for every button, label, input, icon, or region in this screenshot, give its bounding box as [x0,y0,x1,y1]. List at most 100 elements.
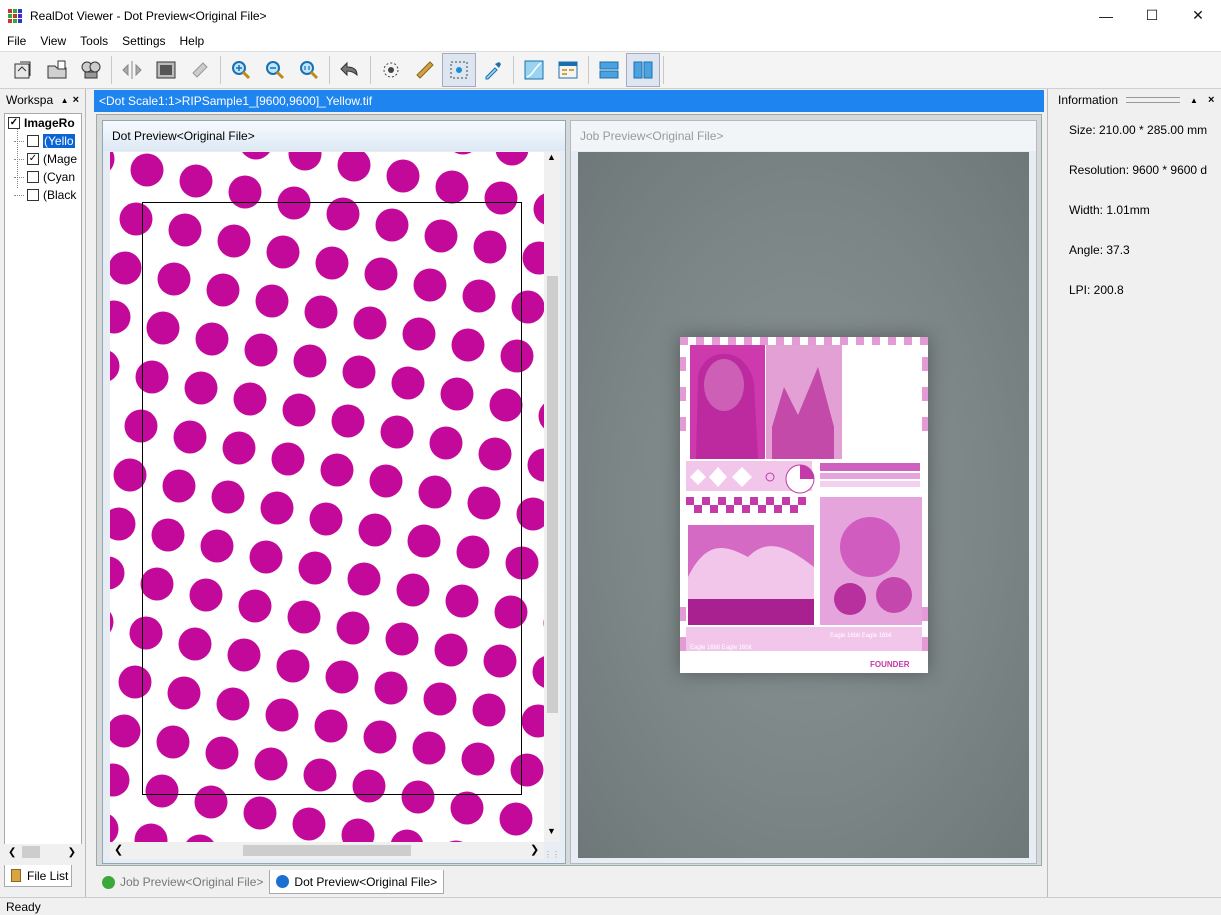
halftone-dot [326,197,360,231]
menu-tools[interactable]: Tools [73,34,115,48]
eyedropper-button[interactable] [476,53,510,87]
rotate-button[interactable] [183,53,217,87]
zoom-in-button[interactable] [224,53,258,87]
drag-handle[interactable] [1126,97,1181,103]
toolbar-separator [663,56,664,84]
job-preview-canvas[interactable]: Eagle 16bit Eagle 16bit Eagle 16bit Eagl… [578,152,1029,858]
app-icon [8,8,22,23]
halftone-dot [118,665,152,699]
yellow-checkbox[interactable] [27,135,39,147]
tree-item-cyan[interactable]: (Cyan [5,168,81,186]
undo-button[interactable] [333,53,367,87]
black-checkbox[interactable] [27,189,39,201]
open-file-button[interactable] [6,53,40,87]
halftone-dot [375,208,409,242]
tree-item-magenta[interactable]: ✓ (Mage [5,150,81,168]
halftone-dot [110,814,119,842]
file-list-label: File List [27,868,69,883]
toolbar-separator [370,56,371,84]
root-checkbox[interactable]: ✓ [8,117,20,129]
tab-job-preview[interactable]: Job Preview<Original File> [96,870,269,894]
halftone-dot [249,540,283,574]
pin-icon[interactable]: ▲ [1190,96,1198,105]
tree-root[interactable]: ✓ ImageRo [5,114,81,132]
close-button[interactable]: ✕ [1175,0,1221,31]
workspace-title: Workspa [6,93,54,107]
tab-dot-preview[interactable]: Dot Preview<Original File> [269,870,445,894]
halftone-dot [145,774,179,808]
menu-file[interactable]: File [0,34,33,48]
close-icon[interactable]: × [1208,94,1214,106]
close-icon[interactable]: × [73,94,79,106]
halftone-dot [260,491,294,525]
halftone-dot [412,731,446,765]
scroll-right-icon[interactable]: ❯ [68,847,76,858]
halftone-dots [110,152,544,842]
halftone-dot [511,290,544,324]
halftone-dot [413,268,447,302]
halftone-dot [386,159,420,193]
job-page-thumbnail[interactable]: Eagle 16bit Eagle 16bit Eagle 16bit Eagl… [680,337,928,673]
dot-preview-vscrollbar[interactable]: ▲ ▼ [544,152,560,842]
scroll-up-icon[interactable]: ▲ [547,152,556,162]
halftone-dot [484,181,518,215]
halftone-dot [110,251,142,285]
dot-grid-button[interactable] [374,53,408,87]
dot-select-button[interactable] [442,53,476,87]
file-list-tab[interactable]: File List [4,865,72,887]
brand-logo: FOUNDER [870,660,910,669]
batch-button[interactable] [74,53,108,87]
toolbar-separator [588,56,589,84]
zoom-out-button[interactable] [258,53,292,87]
halftone-dot [293,344,327,378]
scroll-thumb[interactable] [243,845,411,856]
cyan-checkbox[interactable] [27,171,39,183]
caption-text: Eagle 16bit Eagle 16bit [690,645,752,651]
rotate-icon [192,62,208,78]
split-vertical-button[interactable] [626,53,660,87]
halftone-dot [429,426,463,460]
dot-preview-canvas[interactable] [110,152,544,842]
tab-label: Dot Preview<Original File> [294,874,438,889]
zoom-actual-icon [300,61,319,80]
information-panel: Information ▲ × Size: 210.00 * 285.00 mm… [1047,89,1221,897]
menu-settings[interactable]: Settings [115,34,172,48]
dot-preview-hscrollbar[interactable]: ❮ ❯ [110,842,544,859]
tree-item-label: (Black [43,188,77,202]
toolbar-separator [111,56,112,84]
fit-window-button[interactable] [149,53,183,87]
scroll-left-icon[interactable]: ❮ [114,843,123,856]
halftone-dot [336,611,370,645]
scroll-thumb[interactable] [22,846,41,858]
layout-button[interactable] [551,53,585,87]
scroll-right-icon[interactable]: ❯ [530,843,539,856]
magenta-checkbox[interactable]: ✓ [27,153,39,165]
curve-button[interactable] [517,53,551,87]
maximize-button[interactable]: ☐ [1129,0,1175,31]
halftone-dot [292,807,326,841]
zoom-actual-button[interactable] [292,53,326,87]
scroll-thumb[interactable] [547,276,558,713]
halftone-dot [195,322,229,356]
move-button[interactable] [115,53,149,87]
scroll-left-icon[interactable]: ❮ [8,847,16,858]
pin-icon[interactable]: ▲ [61,96,69,105]
workspace-hscrollbar[interactable]: ❮ ❯ [4,844,82,860]
halftone-dot [217,224,251,258]
halftone-dot [337,152,371,182]
menu-view[interactable]: View [33,34,73,48]
halftone-dot [271,442,305,476]
resize-grip[interactable]: ⋮⋮ [544,842,560,859]
open-folder-button[interactable] [40,53,74,87]
split-horizontal-button[interactable] [592,53,626,87]
tree-item-black[interactable]: (Black [5,186,81,204]
split-vertical-icon [633,61,653,79]
job-page-image: Eagle 16bit Eagle 16bit Eagle 16bit Eagl… [680,337,928,673]
menu-help[interactable]: Help [173,34,212,48]
tab-label: Job Preview<Original File> [120,875,264,889]
ruler-button[interactable] [408,53,442,87]
job-preview-header: Job Preview<Original File> [571,121,1036,151]
tree-item-yellow[interactable]: (Yello [5,132,81,150]
minimize-button[interactable]: — [1083,0,1129,31]
scroll-down-icon[interactable]: ▼ [547,826,556,836]
